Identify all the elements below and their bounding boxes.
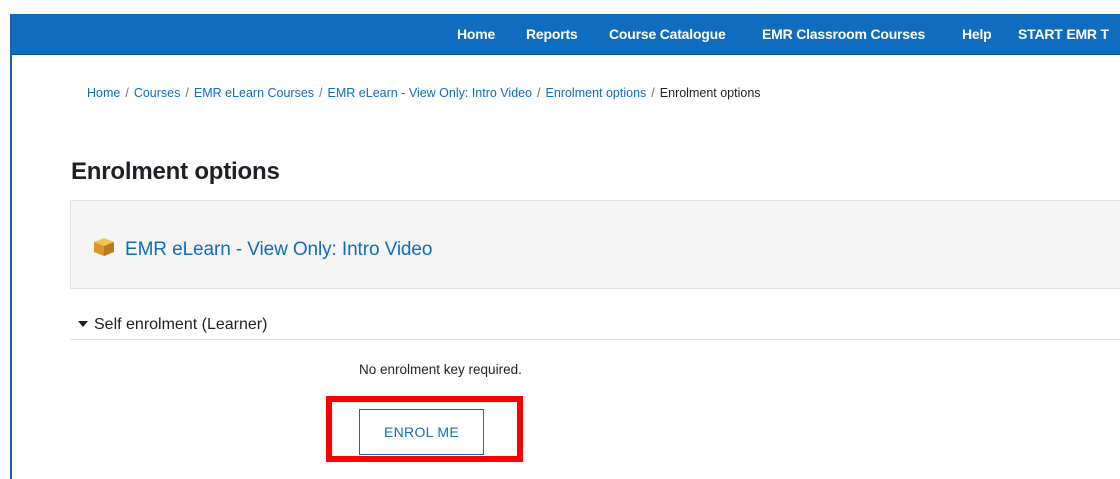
breadcrumb: Home / Courses / EMR eLearn Courses / EMR eLea… — [87, 86, 761, 100]
nav-help[interactable]: Help — [962, 14, 992, 54]
nav-home[interactable]: Home — [457, 14, 495, 54]
window-frame-edge — [10, 14, 12, 479]
breadcrumb-separator: / — [185, 86, 189, 100]
nav-emr-classroom-courses[interactable]: EMR Classroom Courses — [762, 14, 925, 54]
breadcrumb-enrolment-options-link[interactable]: Enrolment options — [546, 86, 647, 100]
breadcrumb-separator: / — [125, 86, 129, 100]
nav-reports[interactable]: Reports — [526, 14, 578, 54]
breadcrumb-separator: / — [651, 86, 655, 100]
breadcrumb-courses[interactable]: Courses — [134, 86, 181, 100]
breadcrumb-current: Enrolment options — [659, 86, 761, 100]
nav-start-emr[interactable]: START EMR T — [1018, 14, 1109, 54]
nav-course-catalogue[interactable]: Course Catalogue — [609, 14, 726, 54]
breadcrumb-separator: / — [537, 86, 541, 100]
page-title: Enrolment options — [71, 158, 280, 185]
breadcrumb-course[interactable]: EMR eLearn - View Only: Intro Video — [328, 86, 533, 100]
section-title: Self enrolment (Learner) — [94, 316, 268, 333]
top-navbar: Home Reports Course Catalogue EMR Classr… — [12, 14, 1120, 55]
enrolment-key-note: No enrolment key required. — [359, 362, 522, 377]
self-enrolment-section-toggle[interactable]: Self enrolment (Learner) — [78, 316, 267, 334]
course-name-link[interactable]: EMR eLearn - View Only: Intro Video — [125, 239, 432, 261]
breadcrumb-home[interactable]: Home — [87, 86, 120, 100]
section-divider — [70, 339, 1120, 340]
caret-down-icon — [78, 320, 88, 327]
enrol-me-button[interactable]: ENROL ME — [359, 409, 484, 455]
breadcrumb-emr-elearn-courses[interactable]: EMR eLearn Courses — [194, 86, 314, 100]
breadcrumb-separator: / — [319, 86, 323, 100]
course-box-icon — [93, 237, 115, 257]
course-info-box: EMR eLearn - View Only: Intro Video — [70, 200, 1120, 289]
